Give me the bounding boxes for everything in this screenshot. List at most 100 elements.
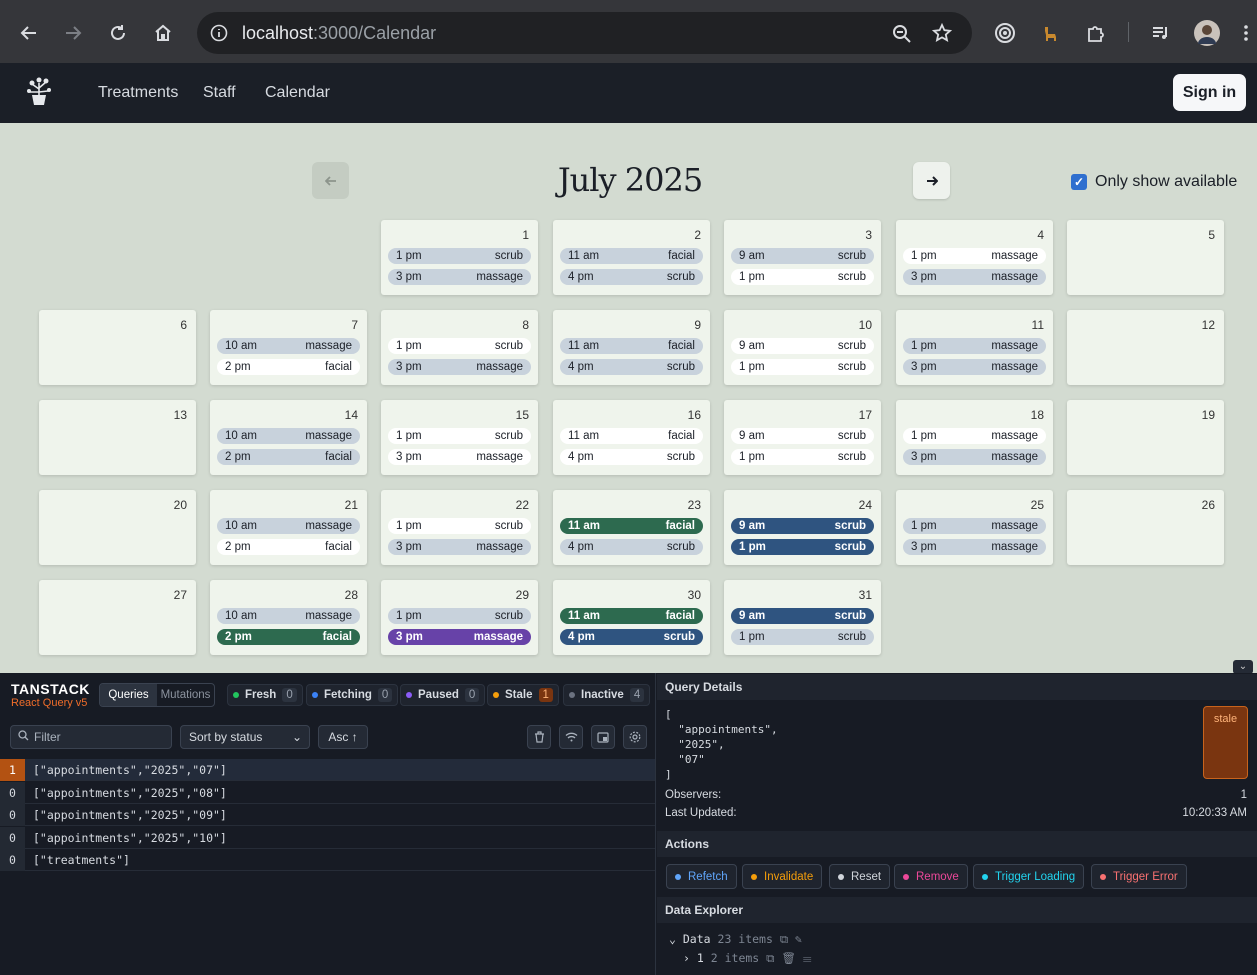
appointment-slot[interactable]: 1 pm massage bbox=[903, 428, 1046, 444]
appointment-slot[interactable]: 4 pm scrub bbox=[560, 539, 703, 555]
appointment-slot[interactable]: 11 am facial bbox=[560, 248, 703, 264]
appointment-slot[interactable]: 1 pm scrub bbox=[388, 338, 531, 354]
nav-calendar[interactable]: Calendar bbox=[265, 84, 330, 102]
extensions-puzzle-icon[interactable] bbox=[1079, 16, 1113, 50]
copy-icon[interactable]: ⧉ bbox=[780, 932, 788, 946]
clear-cache-trash-icon[interactable] bbox=[527, 725, 551, 749]
appointment-slot[interactable]: 1 pm scrub bbox=[388, 248, 531, 264]
appointment-slot[interactable]: 11 am facial bbox=[560, 518, 703, 534]
trash-icon[interactable]: 🗑 bbox=[781, 951, 796, 965]
appointment-slot[interactable]: 3 pm massage bbox=[903, 539, 1046, 555]
status-filter-stale[interactable]: Stale 1 bbox=[487, 684, 559, 706]
filter-input[interactable]: Filter bbox=[10, 725, 172, 749]
appointment-slot[interactable]: 1 pm massage bbox=[903, 338, 1046, 354]
appointment-slot[interactable]: 1 pm scrub bbox=[731, 269, 874, 285]
appointment-slot[interactable]: 9 am scrub bbox=[731, 518, 874, 534]
appointment-slot[interactable]: 11 am facial bbox=[560, 428, 703, 444]
appointment-slot[interactable]: 3 pm massage bbox=[388, 359, 531, 375]
trigger-loading-button[interactable]: Trigger Loading bbox=[973, 864, 1085, 889]
status-filter-inactive[interactable]: Inactive 4 bbox=[563, 684, 651, 706]
appointment-slot[interactable]: 10 am massage bbox=[217, 338, 360, 354]
appointment-slot[interactable]: 3 pm massage bbox=[903, 449, 1046, 465]
query-row[interactable]: 1 ["appointments","2025","07"] bbox=[0, 759, 655, 781]
refetch-button[interactable]: Refetch bbox=[666, 864, 737, 889]
appointment-slot[interactable]: 10 am massage bbox=[217, 518, 360, 534]
appointment-slot[interactable]: 1 pm massage bbox=[903, 248, 1046, 264]
sign-in-button[interactable]: Sign in bbox=[1173, 74, 1246, 111]
query-row[interactable]: 0 ["appointments","2025","10"] bbox=[0, 826, 655, 849]
appointment-slot[interactable]: 4 pm scrub bbox=[560, 359, 703, 375]
appointment-slot[interactable]: 9 am scrub bbox=[731, 428, 874, 444]
appointment-slot[interactable]: 3 pm massage bbox=[903, 269, 1046, 285]
home-icon[interactable] bbox=[146, 16, 180, 50]
appointment-slot[interactable]: 1 pm massage bbox=[903, 518, 1046, 534]
appointment-slot[interactable]: 4 pm scrub bbox=[560, 269, 703, 285]
only-available-toggle[interactable]: ✓ Only show available bbox=[1071, 173, 1237, 191]
appointment-slot[interactable]: 1 pm scrub bbox=[731, 449, 874, 465]
nav-staff[interactable]: Staff bbox=[203, 84, 236, 102]
appointment-slot[interactable]: 10 am massage bbox=[217, 608, 360, 624]
appointment-slot[interactable]: 1 pm scrub bbox=[731, 629, 874, 645]
tab-mutations[interactable]: Mutations bbox=[157, 684, 214, 706]
appointment-slot[interactable]: 2 pm facial bbox=[217, 359, 360, 375]
status-filter-fetching[interactable]: Fetching 0 bbox=[306, 684, 399, 706]
appointment-slot[interactable]: 11 am facial bbox=[560, 608, 703, 624]
status-filter-paused[interactable]: Paused 0 bbox=[400, 684, 486, 706]
extension-llama-icon[interactable] bbox=[1034, 16, 1068, 50]
site-info-icon[interactable] bbox=[210, 24, 228, 42]
copy-icon[interactable]: ⧉ bbox=[766, 951, 774, 965]
appointment-slot[interactable]: 4 pm scrub bbox=[560, 629, 703, 645]
appointment-slot[interactable]: 2 pm facial bbox=[217, 539, 360, 555]
browser-menu-icon[interactable] bbox=[1238, 16, 1254, 50]
sort-select[interactable]: Sort by status ⌄ bbox=[180, 725, 310, 749]
forward-icon[interactable] bbox=[56, 16, 90, 50]
back-icon[interactable] bbox=[12, 16, 46, 50]
appointment-slot[interactable]: 1 pm scrub bbox=[388, 608, 531, 624]
zoom-icon[interactable] bbox=[892, 24, 911, 43]
explorer-child-row[interactable]: › 1 2 items ⧉ 🗑 ☰ bbox=[683, 951, 811, 966]
appointment-slot[interactable]: 4 pm scrub bbox=[560, 449, 703, 465]
appointment-slot[interactable]: 3 pm massage bbox=[388, 269, 531, 285]
appointment-slot[interactable]: 3 pm massage bbox=[388, 449, 531, 465]
invalidate-button[interactable]: Invalidate bbox=[742, 864, 823, 889]
appointment-slot[interactable]: 3 pm massage bbox=[388, 629, 531, 645]
trigger-error-button[interactable]: Trigger Error bbox=[1091, 864, 1187, 889]
bookmark-star-icon[interactable] bbox=[932, 23, 952, 43]
appointment-slot[interactable]: 1 pm scrub bbox=[388, 428, 531, 444]
sort-order-button[interactable]: Asc ↑ bbox=[318, 725, 368, 749]
plant-logo-icon[interactable] bbox=[22, 75, 56, 114]
list-icon[interactable]: ☰ bbox=[803, 951, 812, 965]
appointment-slot[interactable]: 1 pm scrub bbox=[731, 539, 874, 555]
query-row[interactable]: 0 ["treatments"] bbox=[0, 849, 655, 872]
remove-button[interactable]: Remove bbox=[894, 864, 968, 889]
previous-month-button[interactable] bbox=[312, 162, 349, 199]
query-row[interactable]: 0 ["appointments","2025","09"] bbox=[0, 804, 655, 827]
appointment-slot[interactable]: 9 am scrub bbox=[731, 338, 874, 354]
next-month-button[interactable] bbox=[913, 162, 950, 199]
explorer-root-row[interactable]: ⌄ Data 23 items ⧉ ✎ bbox=[669, 932, 811, 947]
appointment-slot[interactable]: 9 am scrub bbox=[731, 608, 874, 624]
reload-icon[interactable] bbox=[101, 16, 135, 50]
appointment-slot[interactable]: 11 am facial bbox=[560, 338, 703, 354]
appointment-slot[interactable]: 9 am scrub bbox=[731, 248, 874, 264]
appointment-slot[interactable]: 1 pm scrub bbox=[731, 359, 874, 375]
query-row[interactable]: 0 ["appointments","2025","08"] bbox=[0, 781, 655, 804]
online-wifi-icon[interactable] bbox=[559, 725, 583, 749]
edit-pencil-icon[interactable]: ✎ bbox=[795, 932, 802, 946]
profile-avatar[interactable] bbox=[1190, 16, 1224, 50]
only-available-checkbox[interactable]: ✓ bbox=[1071, 174, 1087, 190]
appointment-slot[interactable]: 1 pm scrub bbox=[388, 518, 531, 534]
reset-button[interactable]: Reset bbox=[829, 864, 891, 889]
media-queue-icon[interactable] bbox=[1144, 16, 1178, 50]
tab-queries[interactable]: Queries bbox=[100, 684, 157, 706]
appointment-slot[interactable]: 3 pm massage bbox=[903, 359, 1046, 375]
extension-target-icon[interactable] bbox=[988, 16, 1022, 50]
address-bar[interactable]: localhost:3000/Calendar bbox=[197, 12, 972, 54]
appointment-slot[interactable]: 2 pm facial bbox=[217, 629, 360, 645]
devtools-collapse-icon[interactable]: ⌄ bbox=[1233, 660, 1253, 674]
nav-treatments[interactable]: Treatments bbox=[98, 84, 178, 102]
appointment-slot[interactable]: 10 am massage bbox=[217, 428, 360, 444]
picture-in-picture-icon[interactable] bbox=[591, 725, 615, 749]
appointment-slot[interactable]: 3 pm massage bbox=[388, 539, 531, 555]
appointment-slot[interactable]: 2 pm facial bbox=[217, 449, 360, 465]
